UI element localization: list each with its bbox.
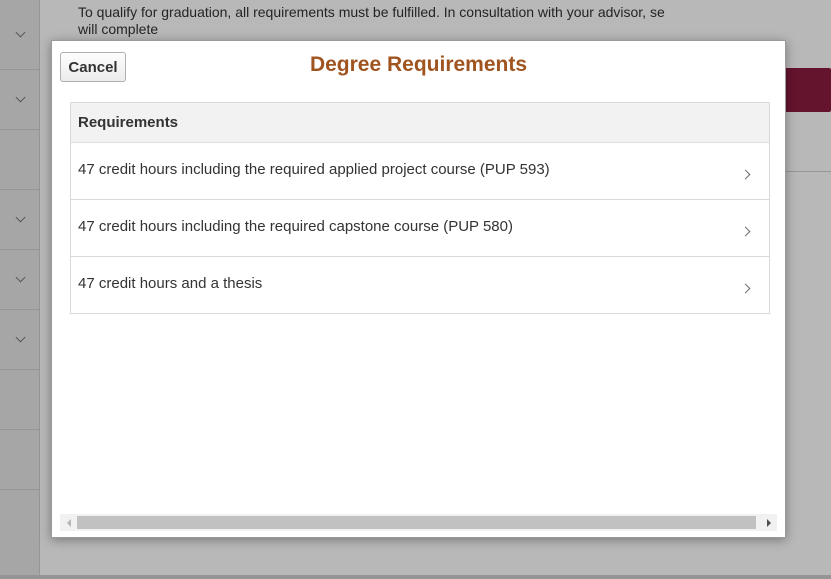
requirement-label: 47 credit hours including the required a… (78, 160, 550, 178)
scrollbar-thumb[interactable] (77, 516, 756, 529)
degree-requirements-modal: Cancel Degree Requirements Requirements … (51, 40, 786, 538)
chevron-right-icon (740, 283, 751, 294)
modal-header: Cancel Degree Requirements (52, 41, 785, 95)
arrow-left-icon (66, 518, 71, 527)
chevron-right-icon (740, 226, 751, 237)
chevron-right-icon (740, 169, 751, 180)
requirement-option-thesis[interactable]: 47 credit hours and a thesis (71, 257, 769, 313)
requirement-label: 47 credit hours and a thesis (78, 274, 263, 292)
requirement-label: 47 credit hours including the required c… (78, 217, 513, 235)
requirements-header: Requirements (71, 103, 769, 143)
modal-title: Degree Requirements (309, 53, 528, 76)
scroll-right-button[interactable] (760, 514, 777, 531)
requirements-list: Requirements 47 credit hours including t… (70, 102, 770, 314)
scroll-left-button[interactable] (60, 514, 77, 531)
horizontal-scrollbar[interactable] (60, 514, 777, 531)
requirement-option-applied-project[interactable]: 47 credit hours including the required a… (71, 143, 769, 200)
requirement-option-capstone[interactable]: 47 credit hours including the required c… (71, 200, 769, 257)
arrow-right-icon (766, 518, 771, 527)
